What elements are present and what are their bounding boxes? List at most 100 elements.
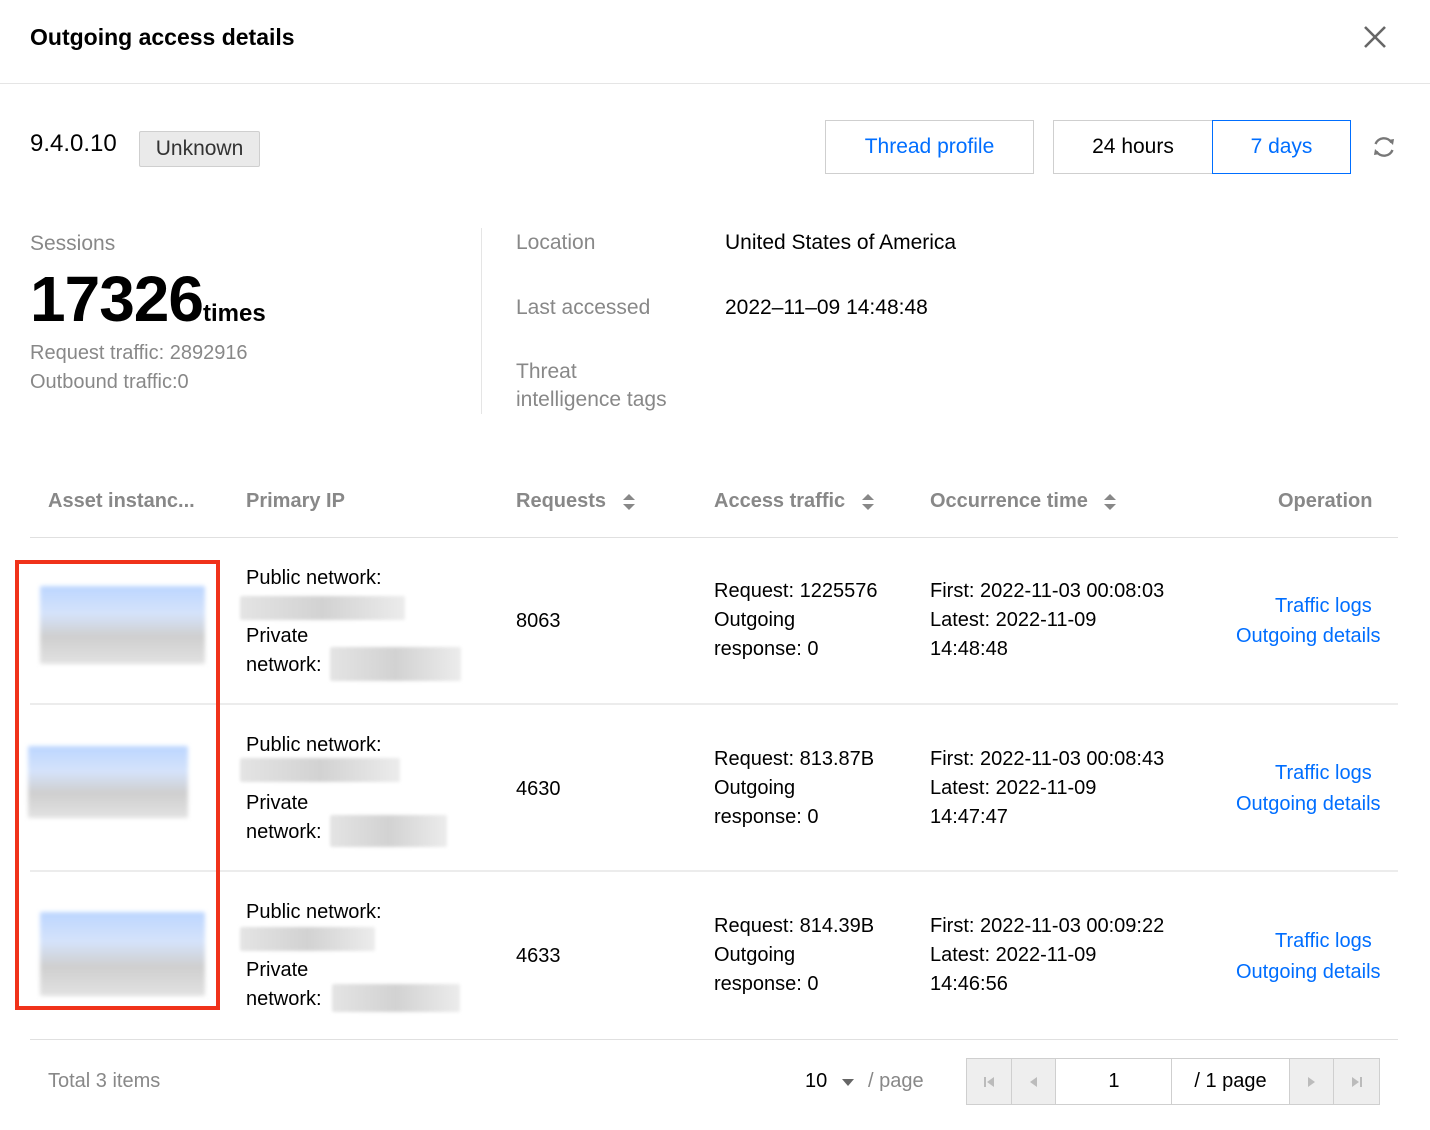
latest-time-clock: 14:48:48: [930, 638, 1008, 660]
requests-value: 8063: [516, 610, 561, 632]
status-badge: Unknown: [139, 131, 260, 167]
public-network-label: Public network:: [246, 734, 382, 756]
requests-value: 4630: [516, 778, 561, 800]
public-network-label: Public network:: [246, 567, 382, 589]
column-requests[interactable]: Requests: [516, 490, 636, 513]
row-divider: [30, 703, 1398, 705]
column-access-traffic[interactable]: Access traffic: [714, 490, 875, 513]
access-traffic-value: Request: 813.87B Outgoing response: 0: [714, 745, 874, 832]
close-icon[interactable]: [1360, 22, 1390, 52]
prev-page-icon: [1029, 1076, 1037, 1087]
private-label-line1: Private: [246, 959, 309, 981]
sort-icon[interactable]: [622, 492, 636, 512]
threat-tags-label: Threat intelligence tags: [516, 358, 667, 414]
latest-time: Latest: 2022-11-09: [930, 609, 1097, 631]
traffic-logs-link[interactable]: Traffic logs: [1275, 592, 1372, 621]
public-ip-redacted: [240, 596, 405, 620]
private-label-line2: network:: [246, 988, 322, 1010]
requests-value: 4633: [516, 945, 561, 967]
occurrence-time-value: First: 2022-11-03 00:08:43 Latest: 2022-…: [930, 745, 1164, 832]
latest-time-clock: 14:47:47: [930, 806, 1008, 828]
sort-icon[interactable]: [861, 492, 875, 512]
traffic-request: Request: 1225576: [714, 580, 878, 602]
outgoing-details-link[interactable]: Outgoing details: [1236, 790, 1381, 819]
column-occurrence-time[interactable]: Occurrence time: [930, 490, 1117, 513]
page-size-suffix: / page: [868, 1070, 924, 1092]
first-page-button[interactable]: [967, 1059, 1012, 1104]
range-24-hours-button[interactable]: 24 hours: [1053, 120, 1213, 174]
occurrence-time-value: First: 2022-11-03 00:09:22 Latest: 2022-…: [930, 912, 1164, 999]
prev-page-button[interactable]: [1011, 1059, 1057, 1104]
access-traffic-value: Request: 1225576 Outgoing response: 0: [714, 577, 877, 664]
total-items: Total 3 items: [48, 1070, 161, 1092]
vertical-divider: [481, 228, 482, 414]
dialog-title: Outgoing access details: [30, 24, 295, 50]
traffic-outgoing-line2: response: 0: [714, 638, 819, 660]
last-accessed-value: 2022–11–09 14:48:48: [725, 296, 928, 319]
first-time: First: 2022-11-03 00:08:03: [930, 580, 1165, 602]
traffic-outgoing-line1: Outgoing: [714, 777, 796, 799]
dialog-header: Outgoing access details: [0, 0, 1430, 84]
row-divider: [30, 870, 1398, 872]
sessions-label: Sessions: [30, 232, 116, 255]
total-pages: / 1 page: [1172, 1059, 1290, 1104]
sort-icon[interactable]: [1103, 492, 1117, 512]
traffic-outgoing-line2: response: 0: [714, 806, 819, 828]
traffic-request: Request: 814.39B: [714, 915, 875, 937]
outbound-traffic: Outbound traffic:0: [30, 371, 189, 393]
traffic-logs-link[interactable]: Traffic logs: [1275, 927, 1372, 956]
threat-tags-label-line1: Threat: [516, 360, 577, 383]
first-time: First: 2022-11-03 00:08:43: [930, 748, 1165, 770]
traffic-outgoing-line1: Outgoing: [714, 609, 796, 631]
first-time: First: 2022-11-03 00:09:22: [930, 915, 1165, 937]
private-network-label: Private network:: [246, 789, 322, 847]
private-ip-redacted: [330, 815, 447, 847]
pager: / 1 page: [966, 1058, 1380, 1105]
column-requests-label: Requests: [516, 490, 607, 512]
outgoing-details-link[interactable]: Outgoing details: [1236, 958, 1381, 987]
occurrence-time-value: First: 2022-11-03 00:08:03 Latest: 2022-…: [930, 577, 1164, 664]
latest-time-clock: 14:46:56: [930, 973, 1008, 995]
threat-tags-label-line2: intelligence tags: [516, 388, 667, 411]
outgoing-details-link[interactable]: Outgoing details: [1236, 622, 1381, 651]
range-7-days-button[interactable]: 7 days: [1212, 120, 1351, 174]
request-traffic: Request traffic: 2892916: [30, 342, 248, 364]
traffic-request: Request: 813.87B: [714, 748, 875, 770]
column-access-traffic-label: Access traffic: [714, 490, 846, 512]
column-primary-ip: Primary IP: [246, 490, 345, 512]
last-page-button[interactable]: [1334, 1059, 1379, 1104]
table-header-divider: [30, 537, 1398, 538]
column-asset-instance[interactable]: Asset instanc...: [48, 490, 195, 513]
thread-profile-button[interactable]: Thread profile: [825, 120, 1034, 174]
sessions-unit: times: [203, 300, 266, 327]
traffic-outgoing-line2: response: 0: [714, 973, 819, 995]
chevron-down-icon: [841, 1078, 854, 1086]
latest-time: Latest: 2022-11-09: [930, 944, 1097, 966]
ip-address: 9.4.0.10: [30, 130, 117, 157]
private-network-label: Private network:: [246, 622, 322, 680]
footer-divider: [30, 1039, 1398, 1040]
private-label-line2: network:: [246, 821, 322, 843]
public-ip-redacted: [240, 758, 400, 782]
public-ip-redacted: [240, 927, 375, 951]
refresh-icon[interactable]: [1370, 133, 1398, 161]
private-label-line1: Private: [246, 625, 309, 647]
page-size-value: 10: [805, 1070, 828, 1092]
column-occurrence-time-label: Occurrence time: [930, 490, 1088, 512]
access-traffic-value: Request: 814.39B Outgoing response: 0: [714, 912, 874, 999]
private-label-line1: Private: [246, 792, 309, 814]
first-page-icon: [983, 1076, 994, 1087]
location-value: United States of America: [725, 231, 957, 254]
page-size-select[interactable]: 10: [805, 1070, 855, 1093]
next-page-button[interactable]: [1289, 1059, 1335, 1104]
highlight-box: [15, 560, 220, 1010]
traffic-outgoing-line1: Outgoing: [714, 944, 796, 966]
page-number-input[interactable]: [1056, 1059, 1173, 1104]
private-network-label: Private network:: [246, 956, 322, 1014]
private-ip-redacted: [330, 647, 461, 681]
column-operation: Operation: [1278, 490, 1373, 512]
private-label-line2: network:: [246, 654, 322, 676]
next-page-icon: [1308, 1076, 1316, 1087]
last-page-icon: [1351, 1076, 1362, 1087]
traffic-logs-link[interactable]: Traffic logs: [1275, 759, 1372, 788]
